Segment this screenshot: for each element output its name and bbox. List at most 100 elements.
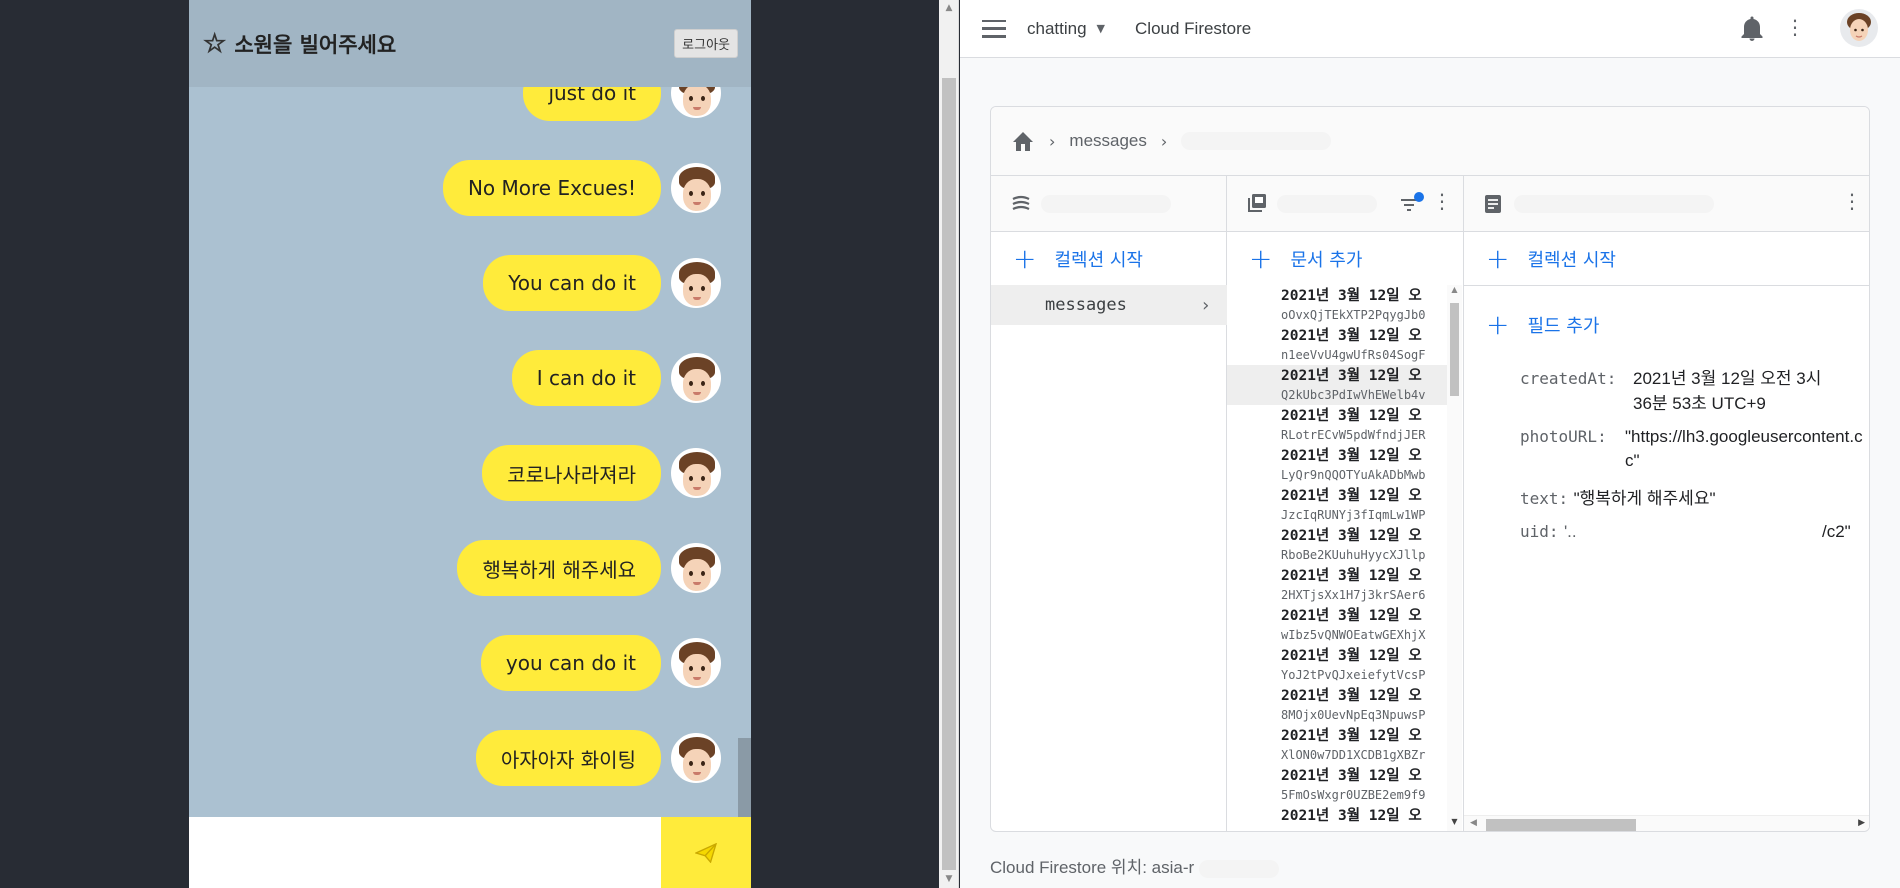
- chat-message-bubble: You can do it: [483, 255, 661, 311]
- document-list-item[interactable]: 2021년 3월 12일 오 5FmOsWxgr0UZBE2em9f9: [1227, 765, 1447, 805]
- redacted-database-name: [1041, 195, 1171, 213]
- collection-column: ⋮ + 문서 추가 2021년 3월 12일 오 oOvxQjTEkXTP2Pqy…: [1227, 176, 1464, 831]
- chevron-right-icon: ›: [1049, 131, 1056, 151]
- scroll-up-arrow-icon[interactable]: ▲: [1447, 285, 1462, 299]
- document-id: n1eeVvU4gwUfRs04SogF: [1281, 348, 1426, 362]
- chat-message-bubble: 아자아자 화이팅: [475, 730, 661, 786]
- add-field-button[interactable]: + 필드 추가: [1464, 298, 1599, 351]
- document-date: 2021년 3월 12일 오: [1281, 528, 1422, 544]
- message-list[interactable]: just do it No More Excues! You can do it I …: [189, 0, 751, 817]
- document-list-scroll-thumb[interactable]: [1450, 303, 1459, 396]
- chat-scrollbar[interactable]: [738, 738, 751, 817]
- document-list-item[interactable]: 2021년 3월 12일 오 JzcIqRUNYj3fIqmLw1WP: [1227, 485, 1447, 525]
- plus-icon: +: [1013, 241, 1037, 275]
- document-list-item[interactable]: 2021년 3월 12일 오 RLotrECvW5pdWfndjJER: [1227, 405, 1447, 445]
- field-text[interactable]: text: "행복하게 해주세요": [1520, 488, 1716, 510]
- chat-title: 소원을 빌어주세요: [234, 32, 397, 57]
- document-list-item[interactable]: 2021년 3월 12일 오: [1227, 805, 1447, 831]
- account-avatar[interactable]: [1840, 9, 1878, 47]
- more-vert-icon[interactable]: ⋮: [1842, 189, 1862, 213]
- page-scrollbar-thumb[interactable]: [942, 78, 956, 870]
- document-date: 2021년 3월 12일 오: [1281, 408, 1422, 424]
- document-date: 2021년 3월 12일 오: [1281, 808, 1422, 824]
- scroll-left-arrow-icon[interactable]: ◀: [1470, 818, 1477, 828]
- send-button[interactable]: [661, 817, 751, 888]
- field-value: c": [1625, 451, 1640, 470]
- document-id: [1281, 827, 1447, 831]
- chat-message-row: No More Excues!: [442, 160, 721, 216]
- chat-message-bubble: I can do it: [511, 350, 661, 406]
- breadcrumb-collection[interactable]: messages: [1069, 131, 1146, 151]
- document-id: RLotrECvW5pdWfndjJER: [1281, 428, 1426, 442]
- root-column: + 컬렉션 시작 messages ›: [991, 176, 1227, 831]
- avatar: [671, 448, 721, 498]
- avatar: [671, 733, 721, 783]
- document-horizontal-scrollbar[interactable]: ◀ ▶: [1464, 815, 1869, 831]
- chevron-right-icon: ›: [1160, 131, 1168, 151]
- project-selector[interactable]: chatting: [1027, 19, 1087, 39]
- field-value-start: '..: [1563, 522, 1577, 541]
- home-icon[interactable]: [1011, 130, 1035, 152]
- logout-button[interactable]: 로그아웃: [674, 29, 738, 58]
- document-id: wIbz5vQNWOEatwGEXhjX: [1281, 628, 1426, 642]
- more-vert-icon[interactable]: ⋮: [1785, 17, 1805, 37]
- collection-column-header: ⋮: [1227, 176, 1463, 232]
- document-list-item[interactable]: 2021년 3월 12일 오 8MOjx0UevNpEq3NpuwsP: [1227, 685, 1447, 725]
- scroll-down-arrow-icon[interactable]: ▼: [939, 871, 959, 888]
- filter-icon[interactable]: [1399, 192, 1425, 214]
- document-list-item[interactable]: 2021년 3월 12일 오 LyQr9nQQOTYuAkADbMwb: [1227, 445, 1447, 485]
- field-value-end: /c2": [1822, 522, 1851, 541]
- document-date: 2021년 3월 12일 오: [1281, 488, 1422, 504]
- document-date: 2021년 3월 12일 오: [1281, 608, 1422, 624]
- document-list-item[interactable]: 2021년 3월 12일 오 XlON0w7DD1XCDB1gXBZr: [1227, 725, 1447, 765]
- menu-icon[interactable]: [982, 19, 1006, 38]
- document-list-item[interactable]: 2021년 3월 12일 오 Q2kUbc3PdIwVhEWelb4v: [1227, 365, 1447, 405]
- document-date: 2021년 3월 12일 오: [1281, 648, 1422, 664]
- field-value: 36분 53초 UTC+9: [1633, 394, 1766, 413]
- chat-message-bubble: No More Excues!: [442, 160, 661, 216]
- field-photoURL[interactable]: photoURL: "https://lh3.googleusercontent…: [1520, 426, 1863, 470]
- field-createdAt[interactable]: createdAt: 2021년 3월 12일 오전 3시 36분 53초 UT…: [1520, 368, 1821, 413]
- data-viewer-card: › messages › + 컬렉션 시작 messages › ⋮ + 문서 …: [990, 106, 1870, 832]
- start-subcollection-button[interactable]: + 컬렉션 시작: [1464, 232, 1869, 285]
- document-list-item[interactable]: 2021년 3월 12일 오 oOvxQjTEkXTP2PqygJb0: [1227, 285, 1447, 325]
- collection-item-label: messages: [1045, 295, 1127, 315]
- document-date: 2021년 3월 12일 오: [1281, 448, 1422, 464]
- document-list-scrollbar[interactable]: ▲ ▼: [1447, 285, 1462, 831]
- document-list-item[interactable]: 2021년 3월 12일 오 n1eeVvU4gwUfRs04SogF: [1227, 325, 1447, 365]
- bell-icon[interactable]: [1740, 16, 1764, 42]
- more-vert-icon[interactable]: ⋮: [1432, 189, 1452, 213]
- scroll-down-arrow-icon[interactable]: ▼: [1447, 817, 1462, 831]
- firestore-location-label: Cloud Firestore 위치: asia-r: [990, 858, 1195, 877]
- document-list-item[interactable]: 2021년 3월 12일 오 YoJ2tPvQJxeiefytVcsP: [1227, 645, 1447, 685]
- redacted-collection-name: [1277, 195, 1377, 213]
- chat-app: just do it No More Excues! You can do it I …: [189, 0, 751, 888]
- document-icon: [1485, 195, 1501, 213]
- chat-message-row: 행복하게 해주세요: [457, 540, 721, 596]
- message-input[interactable]: [189, 817, 661, 888]
- document-list-item[interactable]: 2021년 3월 12일 오 2HXTjsXx1H7j3krSAer6: [1227, 565, 1447, 605]
- collection-icon: [1248, 194, 1266, 212]
- document-date: 2021년 3월 12일 오: [1281, 768, 1422, 784]
- page-scrollbar[interactable]: ▲ ▼: [939, 0, 959, 888]
- add-document-button[interactable]: + 문서 추가: [1227, 232, 1463, 285]
- document-id: RboBe2KUuhuHyycXJllp: [1281, 548, 1426, 562]
- chat-message-bubble: you can do it: [480, 635, 661, 691]
- start-collection-label: 컬렉션 시작: [1054, 249, 1143, 271]
- document-date: 2021년 3월 12일 오: [1281, 368, 1422, 384]
- horizontal-scroll-thumb[interactable]: [1486, 819, 1636, 831]
- start-collection-button[interactable]: + 컬렉션 시작: [991, 232, 1226, 285]
- chat-message-row: I can do it: [511, 350, 721, 406]
- avatar: [671, 353, 721, 403]
- document-id: Q2kUbc3PdIwVhEWelb4v: [1281, 388, 1426, 402]
- field-uid[interactable]: uid: '.. /c2": [1520, 521, 1860, 543]
- dropdown-caret-icon[interactable]: ▼: [1097, 22, 1105, 35]
- document-list-item[interactable]: 2021년 3월 12일 오 wIbz5vQNWOEatwGEXhjX: [1227, 605, 1447, 645]
- scroll-up-arrow-icon[interactable]: ▲: [939, 0, 959, 17]
- field-value: "https://lh3.googleusercontent.c: [1625, 427, 1863, 446]
- chevron-right-icon: ›: [1200, 295, 1211, 316]
- redacted-document-id: [1181, 132, 1332, 150]
- collection-item-messages[interactable]: messages ›: [991, 285, 1227, 325]
- document-list-item[interactable]: 2021년 3월 12일 오 RboBe2KUuhuHyycXJllp: [1227, 525, 1447, 565]
- scroll-right-arrow-icon[interactable]: ▶: [1858, 818, 1865, 828]
